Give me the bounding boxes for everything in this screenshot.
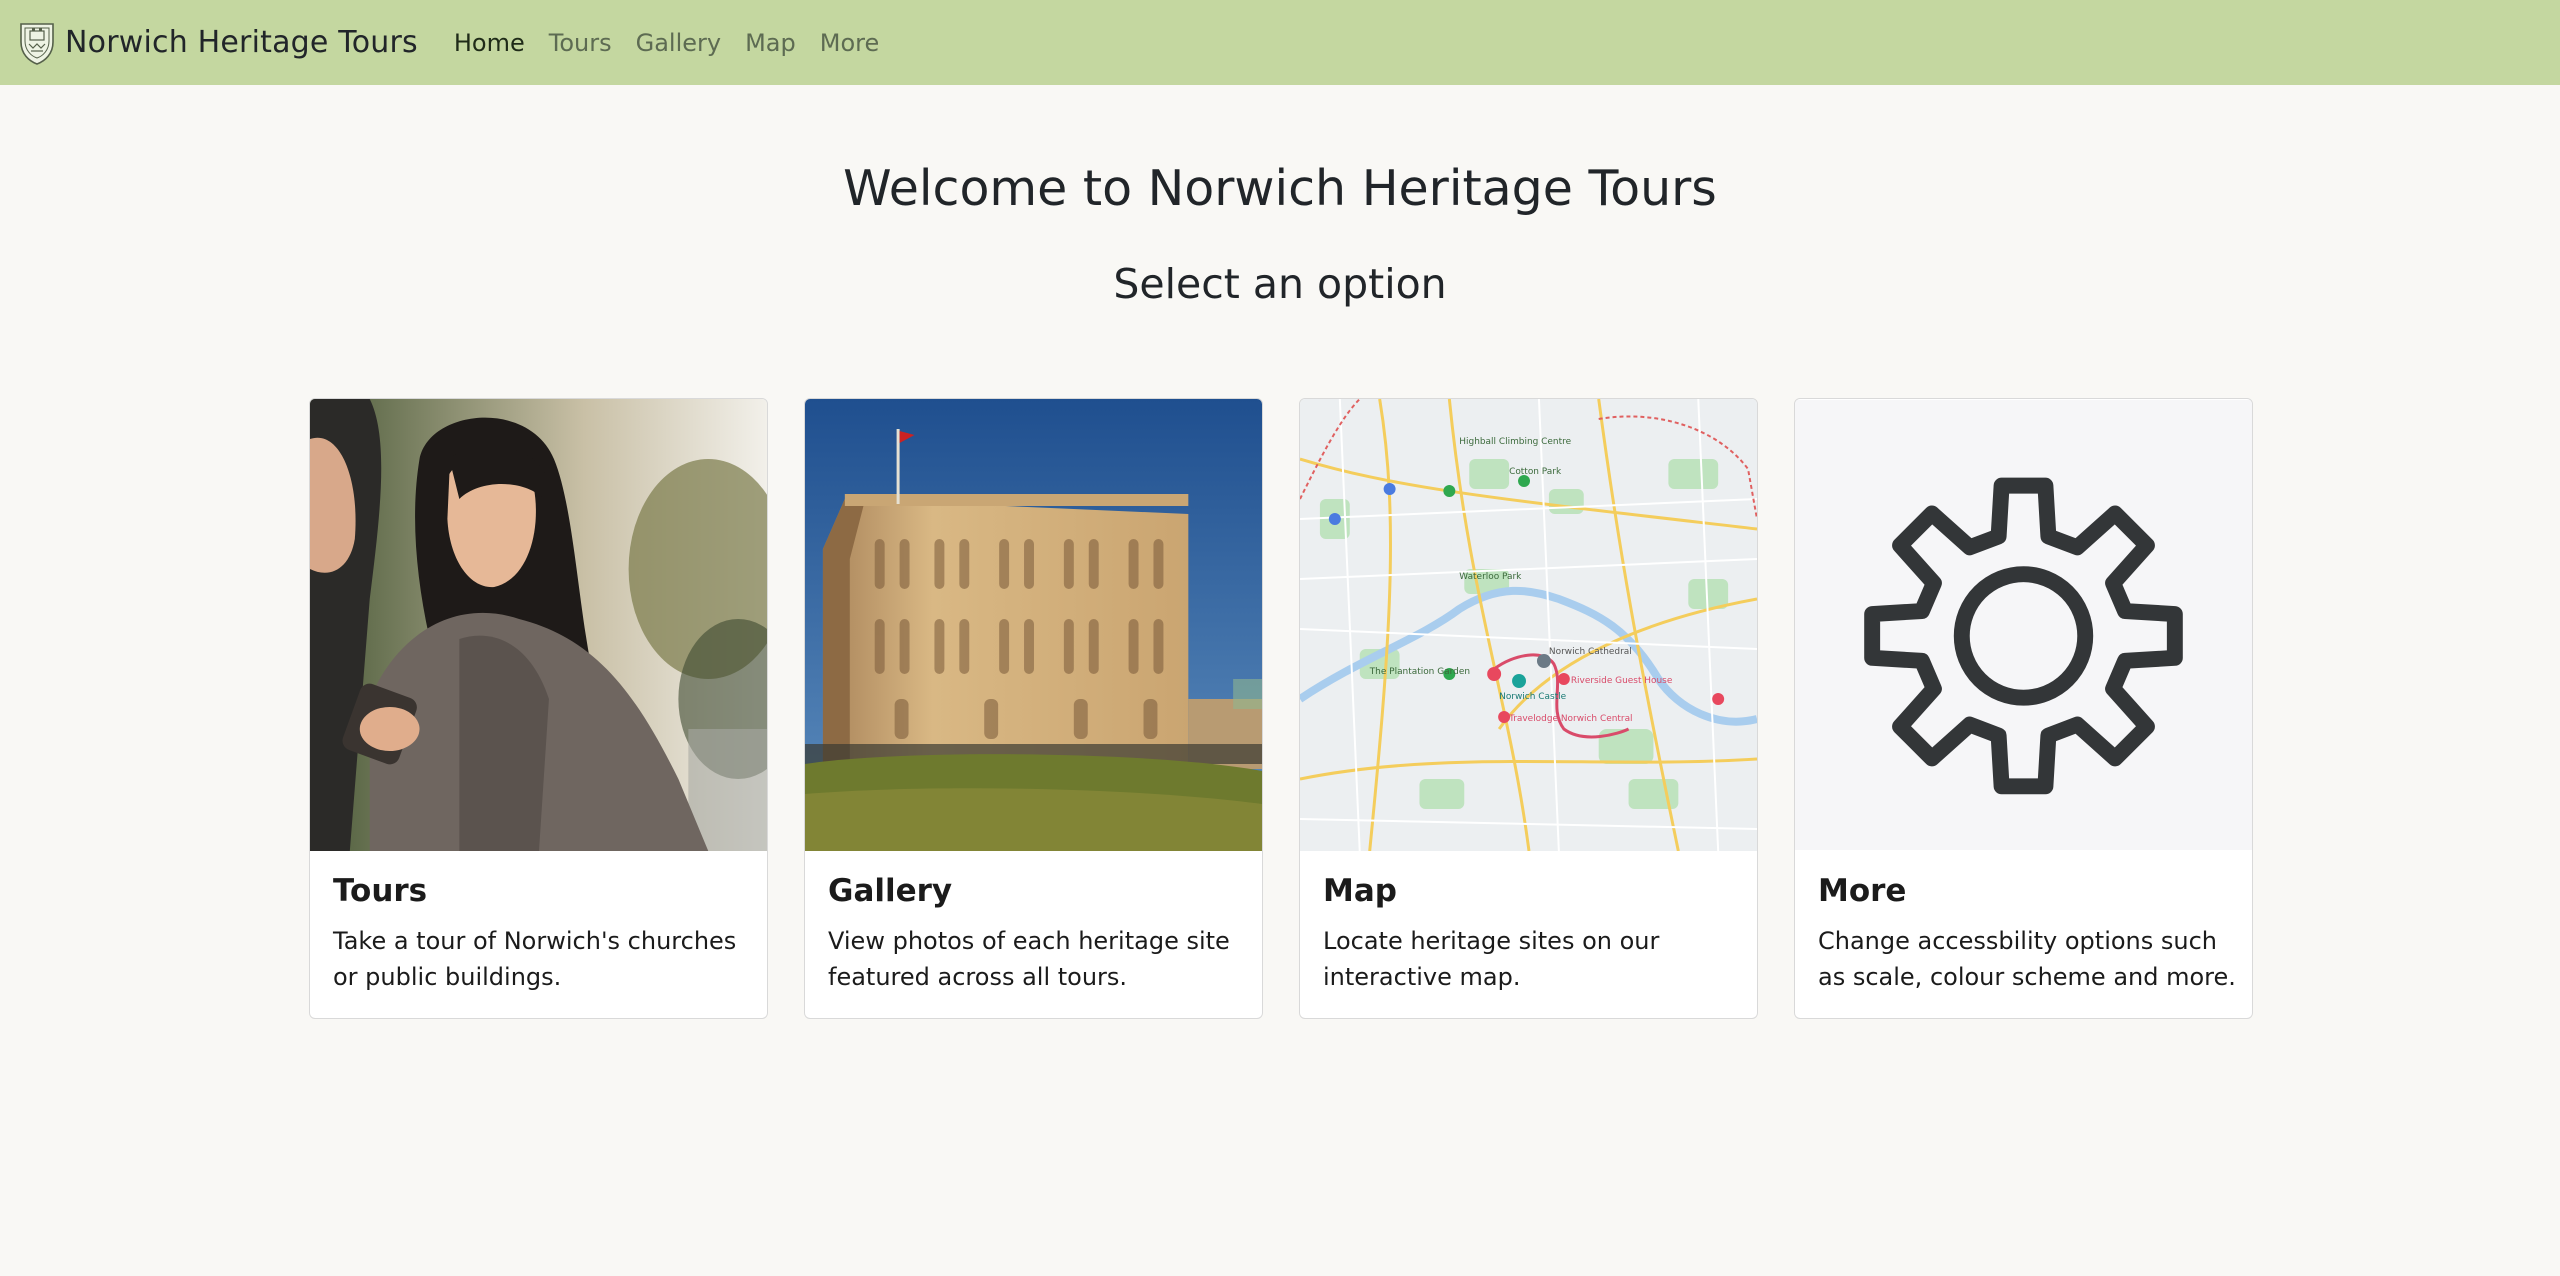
people-with-phone-photo xyxy=(310,399,767,851)
nav-link-map[interactable]: Map xyxy=(733,21,808,65)
card-title: Gallery xyxy=(828,873,953,909)
navbar: Norwich Heritage Tours Home Tours Galler… xyxy=(0,0,2560,85)
nav-links: Home Tours Gallery Map More xyxy=(444,21,891,65)
brand-name: Norwich Heritage Tours xyxy=(65,25,418,60)
map-label-norwich-cathedral: Norwich Cathedral xyxy=(1549,647,1632,657)
card-text: Change accessbility options such as scal… xyxy=(1818,927,2236,991)
brand-link[interactable]: Norwich Heritage Tours xyxy=(17,20,418,66)
city-map-image: Highball Climbing Centre Cotton Park Wat… xyxy=(1300,399,1757,851)
card-text: Take a tour of Norwich's churches or pub… xyxy=(333,927,737,991)
map-label-norwich-castle: Norwich Castle xyxy=(1499,692,1566,702)
card-text: Locate heritage sites on our interactive… xyxy=(1323,927,1660,991)
card-body: Map Locate heritage sites on our interac… xyxy=(1323,873,1741,995)
map-label-plantation-garden: The Plantation Garden xyxy=(1369,667,1470,677)
card-gallery[interactable]: Gallery View photos of each heritage sit… xyxy=(804,398,1263,1019)
nav-link-tours[interactable]: Tours xyxy=(537,21,624,65)
card-title: Tours xyxy=(333,873,428,909)
norwich-castle-photo xyxy=(805,399,1262,851)
card-body: Tours Take a tour of Norwich's churches … xyxy=(333,873,751,995)
card-more[interactable]: More Change accessbility options such as… xyxy=(1794,398,2253,1019)
svg-text:Travelodge Norwich Central: Travelodge Norwich Central xyxy=(1508,714,1632,724)
card-text: View photos of each heritage site featur… xyxy=(828,927,1230,991)
svg-text:Riverside Guest House: Riverside Guest House xyxy=(1571,676,1673,686)
svg-text:Highball Climbing Centre: Highball Climbing Centre xyxy=(1459,437,1571,447)
page-title: Welcome to Norwich Heritage Tours xyxy=(843,160,1717,217)
card-body: More Change accessbility options such as… xyxy=(1818,873,2236,995)
nav-link-home[interactable]: Home xyxy=(444,21,537,65)
coat-of-arms-icon xyxy=(20,22,54,65)
card-body: Gallery View photos of each heritage sit… xyxy=(828,873,1246,995)
page-subtitle: Select an option xyxy=(1113,260,1447,308)
card-tours[interactable]: Tours Take a tour of Norwich's churches … xyxy=(309,398,768,1019)
card-title: More xyxy=(1818,873,1907,909)
gear-icon xyxy=(1795,399,2252,851)
nav-link-more[interactable]: More xyxy=(808,21,892,65)
map-label-waterloo-park: Waterloo Park xyxy=(1459,572,1522,582)
card-title: Map xyxy=(1323,873,1397,909)
map-label-cotton-park: Cotton Park xyxy=(1509,467,1562,477)
card-map[interactable]: Highball Climbing Centre Cotton Park Wat… xyxy=(1299,398,1758,1019)
nav-link-gallery[interactable]: Gallery xyxy=(624,21,733,65)
